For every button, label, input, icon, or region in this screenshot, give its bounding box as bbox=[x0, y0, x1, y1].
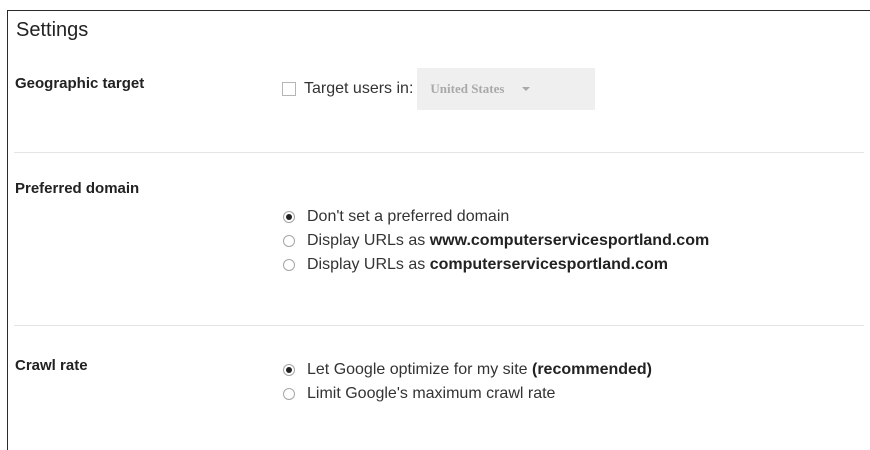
preferred-domain-option-non-www[interactable]: Display URLs as computerservicesportland… bbox=[283, 253, 709, 277]
crawl-rate-label: Crawl rate bbox=[15, 357, 88, 374]
option-label: Limit Google's maximum crawl rate bbox=[307, 385, 556, 402]
option-label: Let Google optimize for my site bbox=[307, 361, 532, 378]
radio-button-selected[interactable] bbox=[283, 364, 295, 376]
option-domain: www.computerservicesportland.com bbox=[429, 232, 710, 249]
option-domain: computerservicesportland.com bbox=[429, 256, 668, 273]
radio-button[interactable] bbox=[283, 235, 295, 247]
target-users-label[interactable]: Target users in: bbox=[304, 80, 413, 98]
target-users-checkbox[interactable] bbox=[282, 82, 296, 96]
crawl-rate-options: Let Google optimize for my site (recomme… bbox=[283, 358, 652, 406]
section-divider bbox=[14, 152, 864, 153]
radio-button-selected[interactable] bbox=[283, 211, 295, 223]
radio-button[interactable] bbox=[283, 388, 295, 400]
preferred-domain-option-www[interactable]: Display URLs as www.computerservicesport… bbox=[283, 229, 709, 253]
preferred-domain-options: Don't set a preferred domain Display URL… bbox=[283, 205, 709, 277]
crawl-rate-option-limit[interactable]: Limit Google's maximum crawl rate bbox=[283, 382, 652, 406]
option-label: Display URLs as bbox=[307, 256, 430, 273]
geographic-target-label: Geographic target bbox=[15, 75, 145, 92]
preferred-domain-label: Preferred domain bbox=[15, 180, 140, 197]
country-select[interactable]: United States bbox=[417, 68, 596, 110]
country-select-value: United States bbox=[430, 81, 505, 96]
option-recommended: (recommended) bbox=[531, 361, 653, 378]
chevron-down-icon bbox=[522, 87, 531, 91]
option-label: Don't set a preferred domain bbox=[307, 208, 510, 225]
page-title: Settings bbox=[16, 19, 89, 41]
geographic-target-row: Target users in: United States bbox=[275, 68, 596, 110]
radio-button[interactable] bbox=[283, 259, 295, 271]
option-label: Display URLs as bbox=[307, 232, 430, 249]
preferred-domain-option-none[interactable]: Don't set a preferred domain bbox=[283, 205, 709, 229]
section-divider bbox=[14, 325, 864, 326]
crawl-rate-option-optimize[interactable]: Let Google optimize for my site (recomme… bbox=[283, 358, 652, 382]
